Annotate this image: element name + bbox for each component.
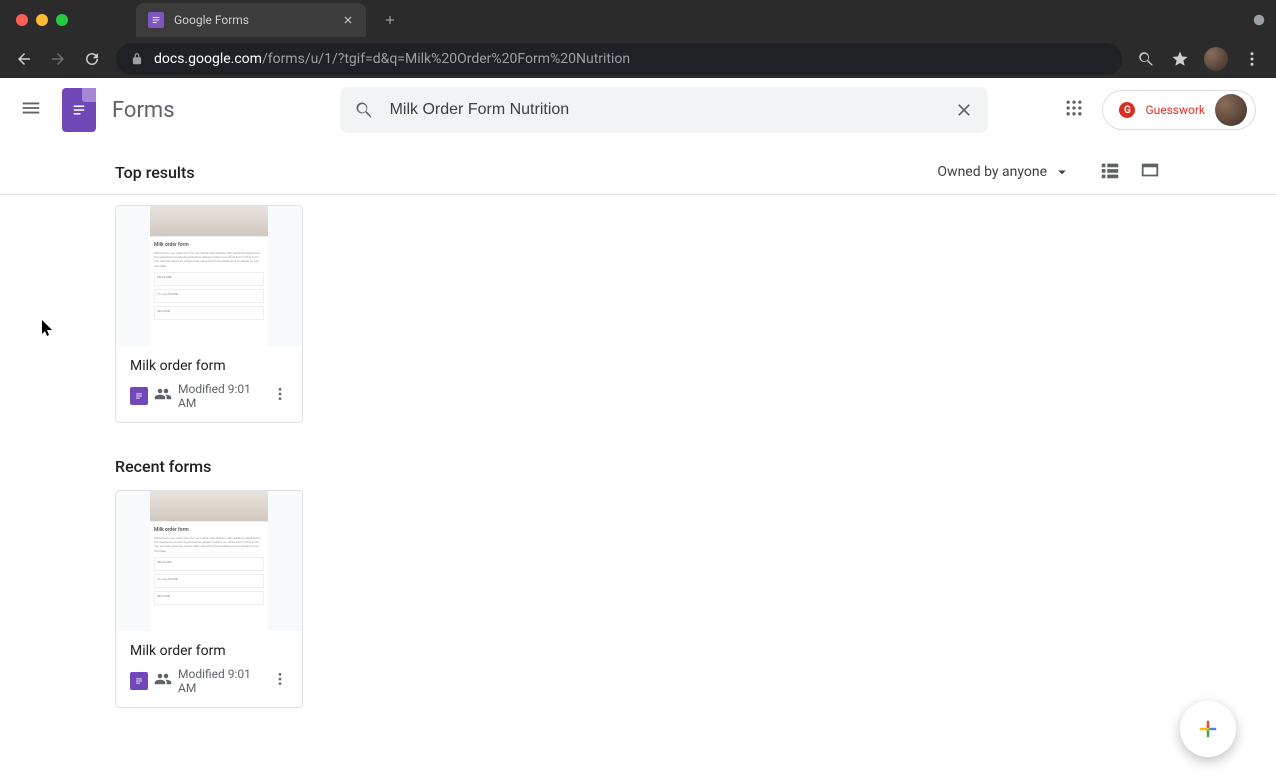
- form-thumbnail: Milk order form Welcome to our order for…: [116, 491, 302, 631]
- card-meta: Modified 9:01 AM: [178, 382, 266, 410]
- card-more-button[interactable]: [272, 671, 288, 691]
- incognito-icon[interactable]: [1250, 11, 1268, 29]
- apps-launcher-icon[interactable]: [1064, 98, 1084, 122]
- section-title-recent: Recent forms: [115, 457, 1161, 476]
- browser-menu-icon[interactable]: [1242, 49, 1262, 69]
- profile-avatar-icon[interactable]: [1204, 47, 1228, 71]
- badge-label: Guesswork: [1145, 103, 1205, 117]
- app-title: Forms: [112, 98, 175, 123]
- minimize-window-icon[interactable]: [36, 14, 48, 26]
- main-menu-button[interactable]: [20, 97, 42, 123]
- window-controls[interactable]: [8, 14, 76, 26]
- new-tab-button[interactable]: [376, 6, 404, 34]
- tab-title: Google Forms: [174, 13, 332, 27]
- forms-type-icon: [130, 387, 148, 405]
- bookmark-icon[interactable]: [1170, 49, 1190, 69]
- create-form-button[interactable]: [1180, 701, 1236, 757]
- card-title: Milk order form: [130, 358, 288, 374]
- address-bar[interactable]: docs.google.com/forms/u/1/?tgif=d&q=Milk…: [116, 43, 1122, 75]
- account-badge[interactable]: G Guesswork: [1102, 90, 1256, 130]
- open-picker-button[interactable]: [1139, 159, 1161, 185]
- clear-search-icon[interactable]: [954, 100, 974, 120]
- search-box[interactable]: [340, 87, 988, 133]
- section-title-top: Top results: [115, 163, 195, 182]
- back-button[interactable]: [14, 49, 34, 69]
- maximize-window-icon[interactable]: [56, 14, 68, 26]
- chevron-down-icon: [1053, 163, 1071, 181]
- alert-dot-icon: G: [1119, 102, 1135, 118]
- search-icon: [354, 100, 374, 120]
- form-card[interactable]: Milk order form Welcome to our order for…: [115, 205, 303, 423]
- reload-button[interactable]: [82, 49, 102, 69]
- forms-logo-icon[interactable]: [62, 88, 96, 132]
- url-text: docs.google.com/forms/u/1/?tgif=d&q=Milk…: [154, 51, 630, 67]
- list-view-button[interactable]: [1099, 159, 1121, 185]
- forward-button: [48, 49, 68, 69]
- forms-type-icon: [130, 672, 148, 690]
- lock-icon: [130, 52, 144, 66]
- search-input[interactable]: [390, 101, 938, 119]
- form-card[interactable]: Milk order form Welcome to our order for…: [115, 490, 303, 708]
- card-more-button[interactable]: [272, 386, 288, 406]
- close-window-icon[interactable]: [16, 14, 28, 26]
- owner-filter-label: Owned by anyone: [937, 164, 1047, 180]
- forms-favicon-icon: [148, 12, 164, 28]
- card-meta: Modified 9:01 AM: [178, 667, 266, 695]
- browser-tab[interactable]: Google Forms: [136, 3, 366, 37]
- plus-icon: [1194, 715, 1222, 743]
- zoom-icon[interactable]: [1136, 49, 1156, 69]
- card-title: Milk order form: [130, 643, 288, 659]
- cursor-icon: [42, 320, 54, 338]
- owner-filter-dropdown[interactable]: Owned by anyone: [937, 163, 1071, 181]
- close-tab-icon[interactable]: [342, 14, 354, 26]
- account-avatar-icon[interactable]: [1215, 94, 1247, 126]
- shared-icon: [154, 670, 172, 692]
- form-thumbnail: Milk order form Welcome to our order for…: [116, 206, 302, 346]
- shared-icon: [154, 385, 172, 407]
